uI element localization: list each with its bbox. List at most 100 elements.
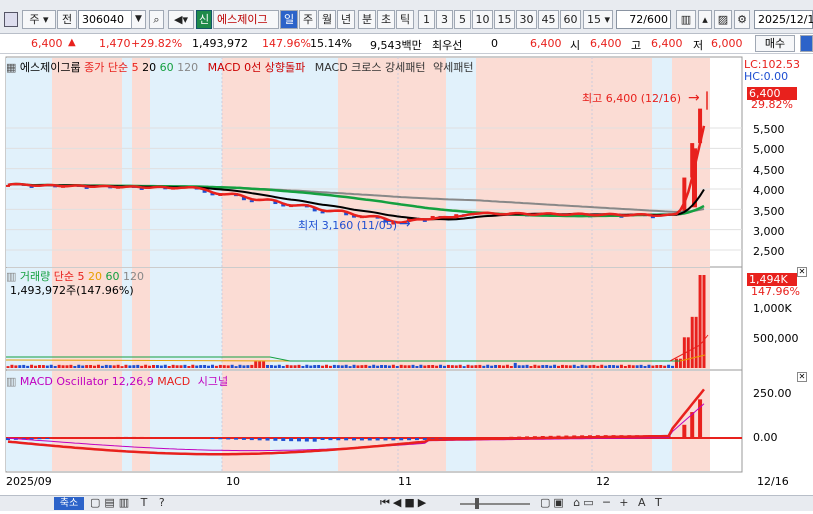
pref-label: 최우선 xyxy=(432,39,463,52)
x-axis-4: 12/16 xyxy=(757,475,789,488)
volume-bar xyxy=(659,364,663,368)
date-input[interactable]: 2025/12/1 xyxy=(754,10,813,29)
current-pct-tag: 29.82% xyxy=(751,98,793,111)
market-select[interactable]: 주 ▾ xyxy=(22,10,56,29)
macd-legend: ▥ MACD Oscillator 12,26,9 MACD 시그널 xyxy=(6,373,228,389)
price-legend: ▦ 에스제이그룹 종가 단순 5 20 60 120 MACD 0선 상향돌파 … xyxy=(6,59,474,75)
period-month[interactable]: 월 xyxy=(318,10,336,29)
change-pct: +29.82% xyxy=(131,37,183,50)
close-macd-icon[interactable]: ✕ xyxy=(797,372,807,382)
macd-bar xyxy=(234,438,239,440)
close-volume-icon[interactable]: ✕ xyxy=(797,267,807,277)
open-label: 시 xyxy=(570,39,581,52)
sell-button[interactable] xyxy=(800,35,813,52)
volume-bar xyxy=(175,365,179,368)
signal-label: 시그널 xyxy=(197,375,229,388)
volume-bar xyxy=(557,365,561,368)
num-45[interactable]: 45 xyxy=(538,10,559,29)
playback-icons[interactable]: ⏮◀■▶ xyxy=(380,496,429,510)
price-value: 6,400 xyxy=(31,37,63,50)
volume-bar xyxy=(93,365,97,368)
period-toggle-icon[interactable]: ▴ xyxy=(698,10,712,29)
scroll-track[interactable] xyxy=(460,503,530,505)
macd-bar xyxy=(289,438,294,442)
volume-bar xyxy=(690,316,694,368)
volume-bar xyxy=(372,364,376,368)
period-tick[interactable]: 틱 xyxy=(396,10,414,29)
num-3[interactable]: 3 xyxy=(436,10,453,29)
chart-type-icon[interactable]: ▥ xyxy=(676,10,696,29)
volume-bar xyxy=(619,364,623,368)
sound-icon[interactable]: ◀▾ xyxy=(168,10,194,29)
num-15[interactable]: 15 xyxy=(494,10,515,29)
volume-bar xyxy=(431,364,435,368)
vol-axis-1: 500,000 xyxy=(753,332,799,345)
volume-bar xyxy=(22,364,26,368)
period-week[interactable]: 주 xyxy=(299,10,317,29)
right-tools-icons[interactable]: ▢▣ ⌂▭ ─ + A T xyxy=(540,496,665,509)
volume-bar xyxy=(564,365,568,368)
volume-bar xyxy=(81,365,85,368)
stock-legend-name: 에스제이그룹 xyxy=(19,61,81,74)
volume-bar xyxy=(399,364,403,368)
macd-bar xyxy=(241,438,246,440)
period-year[interactable]: 년 xyxy=(337,10,355,29)
volume-bar xyxy=(73,365,77,368)
num-60[interactable]: 60 xyxy=(560,10,581,29)
volume-bar xyxy=(210,364,214,368)
num-1[interactable]: 1 xyxy=(418,10,435,29)
period-minute[interactable]: 분 xyxy=(358,10,376,29)
macd-bar xyxy=(100,437,105,439)
search-icon[interactable]: ⌕ xyxy=(149,10,164,29)
period-second[interactable]: 초 xyxy=(377,10,395,29)
zoom-out-button[interactable]: 축소 xyxy=(54,497,84,510)
volume-bar xyxy=(623,365,627,368)
volume-bar xyxy=(482,365,486,368)
window-icon[interactable] xyxy=(4,12,18,27)
vol-ratio: 147.96% xyxy=(262,37,311,50)
pattern-band xyxy=(222,371,270,471)
macd-bar xyxy=(61,437,66,439)
period-day[interactable]: 일 xyxy=(280,10,298,29)
pattern-band xyxy=(446,371,476,471)
interval-select[interactable]: 15 ▾ xyxy=(583,10,613,29)
save-icon[interactable]: ▨ xyxy=(714,10,732,29)
chart-area[interactable]: → → ▦ 에스제이그룹 종가 단순 5 20 60 120 MACD 0선 상향… xyxy=(0,55,813,511)
settings-gear-icon[interactable]: ⚙ xyxy=(734,10,750,29)
volume-bar xyxy=(214,365,218,368)
macd-bar xyxy=(273,438,278,441)
vol-axis-0: 1,000K xyxy=(753,302,792,315)
macd-bar xyxy=(155,437,160,439)
volume-bar xyxy=(521,365,525,368)
num-30[interactable]: 30 xyxy=(516,10,537,29)
macd-bar xyxy=(171,437,176,439)
num-10[interactable]: 10 xyxy=(472,10,493,29)
volume-bar xyxy=(525,364,529,368)
volume-bar xyxy=(486,364,490,368)
volume-bar xyxy=(348,366,352,368)
market-kind-button[interactable]: 전 xyxy=(57,10,77,29)
stock-name[interactable]: 에스제이그 xyxy=(213,10,279,29)
num-5[interactable]: 5 xyxy=(454,10,471,29)
left-tools-icons[interactable]: ▢▤▥ T ? xyxy=(90,496,169,509)
price-axis-5: 3,000 xyxy=(753,225,785,238)
volume-bar xyxy=(65,365,69,368)
volume-bar xyxy=(69,364,73,368)
ma120-legend: 120 xyxy=(177,61,199,74)
macd-bar xyxy=(281,438,286,441)
volume-bar xyxy=(293,365,297,368)
count-input[interactable]: 72/600 xyxy=(616,10,671,29)
grid-icon[interactable]: ▦ xyxy=(6,61,16,74)
pattern-band xyxy=(338,371,446,471)
buy-button[interactable]: 매수 xyxy=(755,35,795,52)
grid-icon[interactable]: ▥ xyxy=(6,375,16,388)
volume-bar xyxy=(537,365,541,368)
volume-bar xyxy=(490,365,494,368)
volume-bar xyxy=(281,365,285,368)
code-dropdown-icon[interactable]: ▼ xyxy=(131,10,146,29)
volume-bar xyxy=(395,365,399,368)
pattern-band xyxy=(652,268,672,369)
scroll-thumb[interactable] xyxy=(475,498,479,509)
volume-bar xyxy=(238,364,242,368)
volume-bar xyxy=(494,364,498,368)
